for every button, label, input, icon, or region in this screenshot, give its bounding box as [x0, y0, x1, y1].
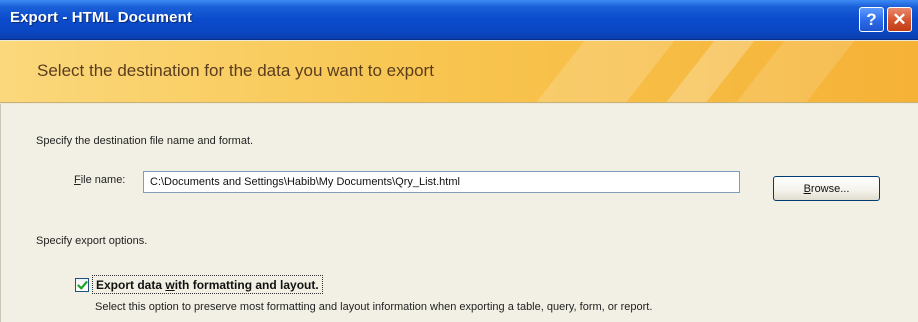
- label-part-pre: Export data: [96, 277, 166, 292]
- file-label-rest: ile name:: [80, 174, 126, 186]
- file-name-value: C:\Documents and Settings\Habib\My Docum…: [150, 176, 460, 188]
- label-part-post: ith formatting and layout.: [174, 277, 319, 292]
- browse-mnemonic: B: [803, 182, 811, 195]
- banner-decoration: [735, 41, 855, 102]
- export-formatting-label-box[interactable]: Export data with formatting and layout.: [92, 275, 323, 294]
- file-label-mnemonic: F: [74, 174, 81, 186]
- options-instruction: Specify export options.: [36, 235, 148, 247]
- help-icon: ?: [866, 9, 877, 29]
- destination-instruction: Specify the destination file name and fo…: [36, 135, 254, 147]
- close-icon: ✕: [892, 9, 907, 29]
- file-name-label: File name:: [74, 174, 125, 186]
- banner-decoration: [665, 41, 755, 102]
- banner-heading: Select the destination for the data you …: [37, 61, 434, 80]
- dialog-title: Export - HTML Document: [10, 9, 192, 26]
- help-button[interactable]: ?: [859, 7, 884, 32]
- export-dialog: Export - HTML Document ? ✕ Select the de…: [0, 0, 918, 322]
- close-button[interactable]: ✕: [887, 7, 912, 32]
- title-bar[interactable]: Export - HTML Document ? ✕: [0, 0, 918, 40]
- browse-button[interactable]: Browse...: [773, 176, 880, 201]
- checkmark-icon: [76, 280, 88, 289]
- export-formatting-label: Export data with formatting and layout.: [96, 278, 319, 292]
- header-banner: Select the destination for the data you …: [0, 41, 918, 103]
- banner-decoration: [535, 41, 675, 102]
- label-mnemonic: w: [165, 277, 175, 292]
- dialog-content: Specify the destination file name and fo…: [0, 104, 918, 322]
- export-formatting-description: Select this option to preserve most form…: [95, 301, 653, 313]
- file-name-input[interactable]: C:\Documents and Settings\Habib\My Docum…: [143, 171, 740, 193]
- export-formatting-checkbox[interactable]: [75, 278, 89, 292]
- browse-label-rest: rowse...: [810, 182, 850, 195]
